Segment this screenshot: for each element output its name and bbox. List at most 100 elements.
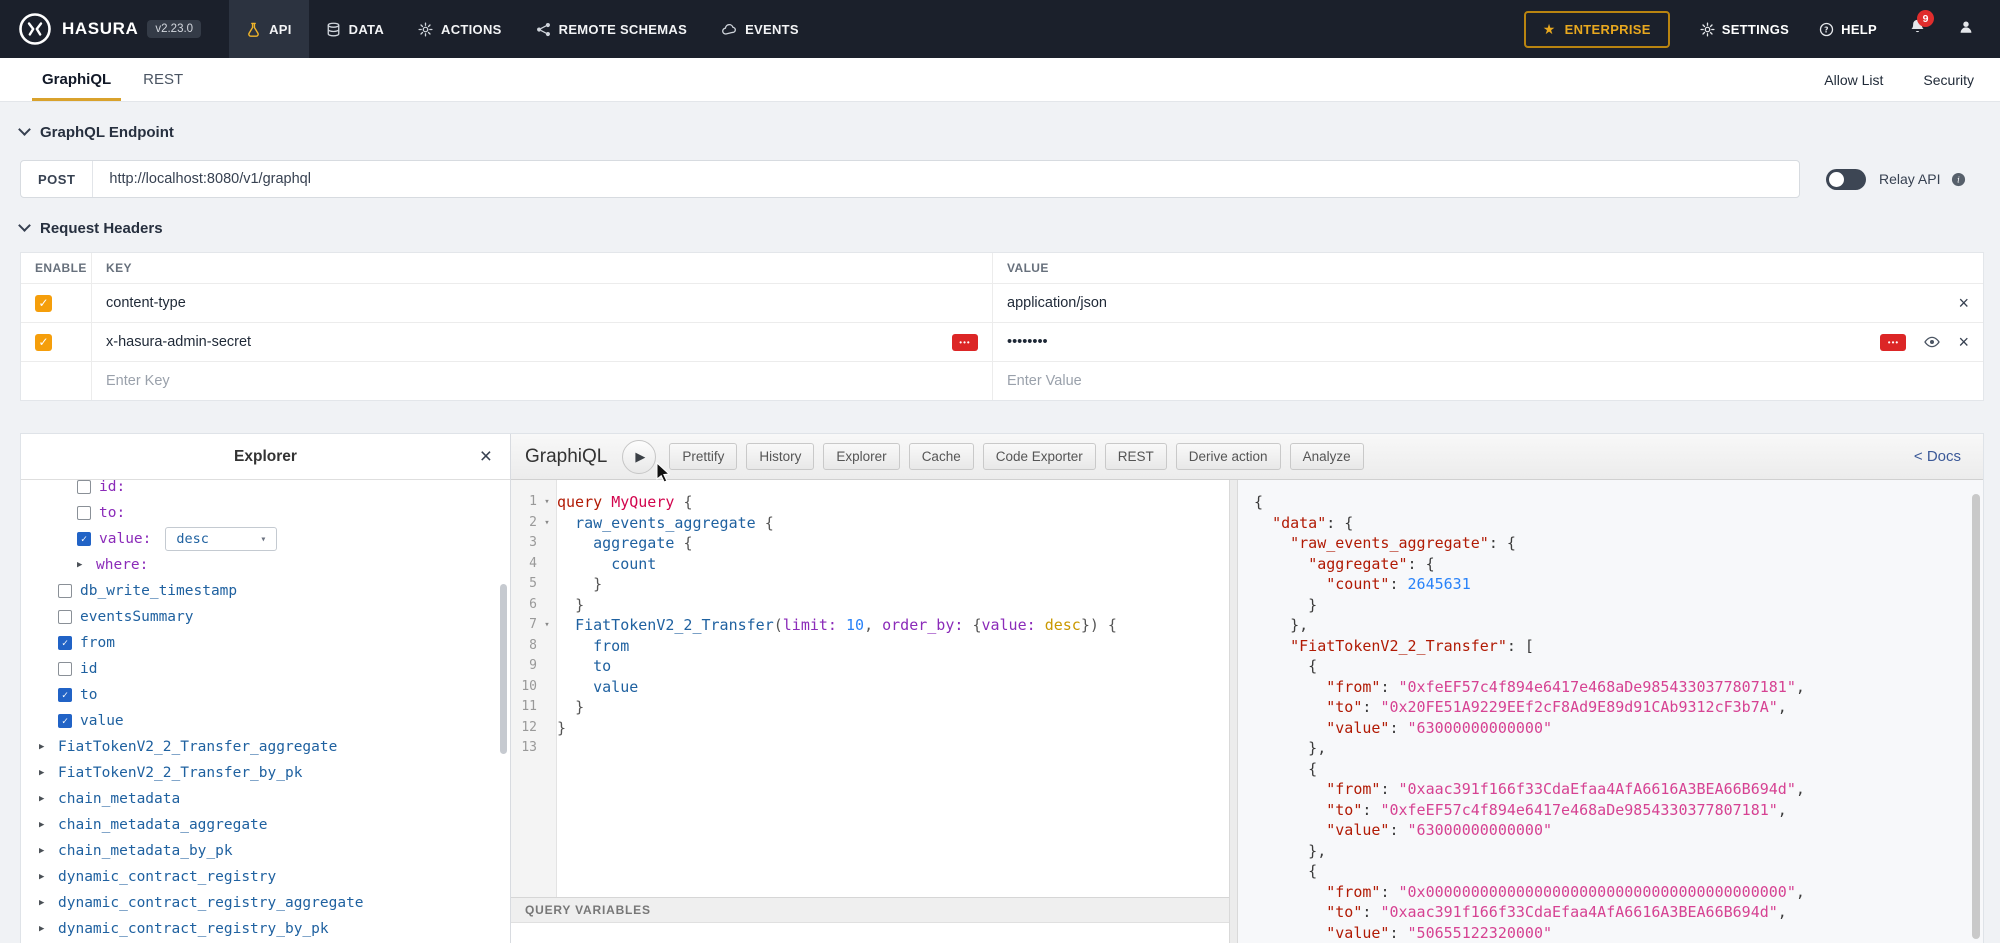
fold-arrow-icon[interactable]: ▾ [537, 513, 557, 534]
graphql-endpoint-section-header[interactable]: GraphQL Endpoint [20, 122, 1984, 142]
remove-header-button[interactable] [1958, 333, 1969, 351]
response-scrollbar[interactable] [1972, 494, 1980, 939]
user-menu-button[interactable] [1958, 19, 1974, 40]
code-line[interactable]: 7▾ FiatTokenV2_2_Transfer(limit: 10, ord… [511, 615, 1229, 636]
fold-arrow-icon[interactable]: ▾ [537, 492, 557, 513]
info-icon[interactable]: i [1951, 172, 1966, 187]
toolbar-button-prettify[interactable]: Prettify [669, 443, 737, 470]
code-line[interactable]: 1▾query MyQuery { [511, 492, 1229, 513]
explorer-item-dynamic_contract_registry_by_pk[interactable]: dynamic_contract_registry_by_pk [21, 916, 510, 942]
notifications-button[interactable]: 9 [1909, 18, 1926, 40]
code-line[interactable]: 12} [511, 718, 1229, 739]
response-panel: { "data": { "raw_events_aggregate": { "a… [1238, 480, 1983, 943]
eye-icon[interactable] [1924, 336, 1940, 348]
code-line[interactable]: 9 to [511, 656, 1229, 677]
toolbar-button-rest[interactable]: REST [1105, 443, 1167, 470]
explorer-item-where[interactable]: where: [21, 552, 510, 578]
explorer-item-id[interactable]: id [21, 656, 510, 682]
header-enabled-checkbox[interactable] [35, 295, 52, 312]
request-headers-section-header[interactable]: Request Headers [20, 218, 1984, 238]
nav-item-api[interactable]: API [229, 0, 309, 58]
header-key[interactable]: x-hasura-admin-secret [106, 334, 251, 350]
query-variables-header[interactable]: QUERY VARIABLES [511, 897, 1229, 923]
close-explorer-button[interactable] [480, 446, 492, 467]
execute-query-button[interactable] [622, 440, 656, 474]
tab-rest[interactable]: REST [127, 58, 199, 101]
explorer-item-to[interactable]: to [21, 682, 510, 708]
explorer-item-FiatTokenV2_2_Transfer_aggregate[interactable]: FiatTokenV2_2_Transfer_aggregate [21, 734, 510, 760]
explorer-item-eventsSummary[interactable]: eventsSummary [21, 604, 510, 630]
explorer-item-label: chain_metadata_by_pk [58, 843, 233, 859]
code-line[interactable]: 8 from [511, 636, 1229, 657]
tab-graphiql[interactable]: GraphiQL [26, 58, 127, 101]
enum-select[interactable]: desc [165, 527, 277, 551]
code-line[interactable]: 13 [511, 738, 1229, 759]
response-line: "FiatTokenV2_2_Transfer": [ [1254, 636, 1967, 657]
editor-resize-bar[interactable] [1229, 480, 1238, 943]
explorer-item-chain_metadata_by_pk[interactable]: chain_metadata_by_pk [21, 838, 510, 864]
explorer-item-value[interactable]: value [21, 708, 510, 734]
new-header-value-input[interactable] [1007, 373, 1969, 389]
hasura-logo[interactable] [18, 12, 52, 46]
field-checkbox[interactable] [58, 688, 72, 702]
fold-arrow-icon[interactable]: ▾ [537, 615, 557, 636]
field-checkbox[interactable] [77, 480, 91, 494]
code-line[interactable]: 4 count [511, 554, 1229, 575]
docs-link[interactable]: < Docs [1914, 448, 1969, 465]
nav-item-data[interactable]: DATA [309, 0, 401, 58]
nav-item-remote-schemas[interactable]: REMOTE SCHEMAS [519, 0, 704, 58]
header-enabled-checkbox[interactable] [35, 334, 52, 351]
explorer-item-value[interactable]: value:desc [21, 526, 510, 552]
explorer-item-db_write_timestamp[interactable]: db_write_timestamp [21, 578, 510, 604]
header-row-new [21, 361, 1983, 400]
explorer-item-label: chain_metadata_aggregate [58, 817, 268, 833]
query-editor[interactable]: 1▾query MyQuery {2▾ raw_events_aggregate… [511, 480, 1229, 897]
query-variables-editor[interactable] [511, 923, 1229, 943]
code-line[interactable]: 2▾ raw_events_aggregate { [511, 513, 1229, 534]
explorer-item-FiatTokenV2_2_Transfer_by_pk[interactable]: FiatTokenV2_2_Transfer_by_pk [21, 760, 510, 786]
toggle-knob [1829, 172, 1844, 187]
settings-button[interactable]: SETTINGS [1700, 22, 1789, 37]
explorer-item-dynamic_contract_registry[interactable]: dynamic_contract_registry [21, 864, 510, 890]
code-line[interactable]: 3 aggregate { [511, 533, 1229, 554]
explorer-item-from[interactable]: from [21, 630, 510, 656]
api-tabbar: GraphiQL REST Allow List Security [0, 58, 2000, 102]
explorer-item-chain_metadata[interactable]: chain_metadata [21, 786, 510, 812]
header-key[interactable]: content-type [106, 295, 186, 311]
new-header-key-input[interactable] [106, 373, 978, 389]
graphql-endpoint-input[interactable]: POST http://localhost:8080/v1/graphql [20, 160, 1800, 198]
toolbar-button-history[interactable]: History [746, 443, 814, 470]
field-checkbox[interactable] [77, 506, 91, 520]
nav-item-actions[interactable]: ACTIONS [401, 0, 519, 58]
toolbar-button-code-exporter[interactable]: Code Exporter [983, 443, 1096, 470]
link-allow-list[interactable]: Allow List [1824, 72, 1883, 88]
field-checkbox[interactable] [58, 636, 72, 650]
remove-header-button[interactable] [1958, 294, 1969, 312]
field-checkbox[interactable] [58, 610, 72, 624]
explorer-scrollbar[interactable] [500, 584, 507, 754]
explorer-item-dynamic_contract_registry_aggregate[interactable]: dynamic_contract_registry_aggregate [21, 890, 510, 916]
relay-api-toggle[interactable] [1826, 169, 1866, 190]
field-checkbox[interactable] [58, 662, 72, 676]
help-button[interactable]: ? HELP [1819, 22, 1877, 37]
line-number: 4 [511, 554, 537, 575]
enterprise-button[interactable]: ★ ENTERPRISE [1524, 11, 1670, 48]
explorer-item-chain_metadata_aggregate[interactable]: chain_metadata_aggregate [21, 812, 510, 838]
nav-item-events[interactable]: EVENTS [704, 0, 816, 58]
header-value[interactable]: •••••••• [1007, 334, 1048, 350]
code-line[interactable]: 11 } [511, 697, 1229, 718]
header-value[interactable]: application/json [1007, 295, 1107, 311]
field-checkbox[interactable] [58, 714, 72, 728]
code-line[interactable]: 6 } [511, 595, 1229, 616]
field-checkbox[interactable] [77, 532, 91, 546]
toolbar-button-explorer[interactable]: Explorer [823, 443, 899, 470]
toolbar-button-analyze[interactable]: Analyze [1290, 443, 1364, 470]
link-security[interactable]: Security [1923, 72, 1974, 88]
toolbar-button-cache[interactable]: Cache [909, 443, 974, 470]
field-checkbox[interactable] [58, 584, 72, 598]
explorer-item-to[interactable]: to: [21, 500, 510, 526]
code-line[interactable]: 5 } [511, 574, 1229, 595]
line-number: 8 [511, 636, 537, 657]
code-line[interactable]: 10 value [511, 677, 1229, 698]
toolbar-button-derive-action[interactable]: Derive action [1176, 443, 1281, 470]
